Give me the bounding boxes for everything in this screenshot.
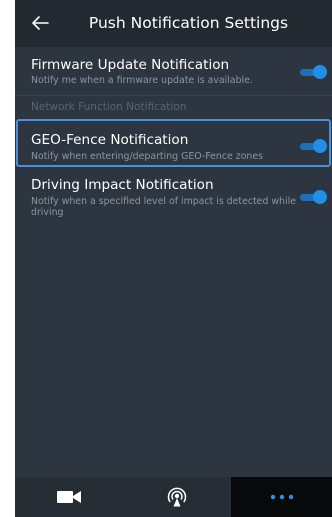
setting-row-firmware-update: Firmware Update Notification Notify me w…	[15, 47, 332, 95]
setting-description: Notify me when a firmware update is avai…	[31, 75, 253, 86]
divider	[15, 95, 332, 96]
firmware-update-toggle[interactable]	[300, 65, 327, 79]
setting-row-driving-impact: Driving Impact Notification Notify when …	[15, 169, 332, 225]
driving-impact-toggle[interactable]	[300, 190, 327, 204]
header-bar: Push Notification Settings	[15, 0, 332, 47]
nav-item-video[interactable]	[15, 477, 123, 517]
app-screen: Push Notification Settings Firmware Upda…	[15, 0, 332, 517]
nav-item-more[interactable]	[231, 477, 332, 517]
back-button[interactable]	[29, 12, 51, 34]
broadcast-icon	[167, 487, 187, 507]
page-title: Push Notification Settings	[88, 14, 289, 32]
arrow-left-icon	[32, 16, 49, 30]
toggle-knob	[313, 65, 327, 79]
video-camera-icon	[57, 491, 81, 503]
nav-item-broadcast[interactable]	[123, 477, 231, 517]
setting-title: Driving Impact Notification	[31, 177, 214, 193]
bottom-navigation	[15, 477, 332, 517]
toggle-knob	[313, 190, 327, 204]
focus-highlight	[16, 119, 331, 167]
setting-description: Notify when a specified level of impact …	[31, 196, 296, 218]
more-dots-icon	[270, 494, 293, 500]
setting-title: Firmware Update Notification	[31, 57, 230, 73]
section-label: Network Function Notification	[31, 101, 187, 113]
